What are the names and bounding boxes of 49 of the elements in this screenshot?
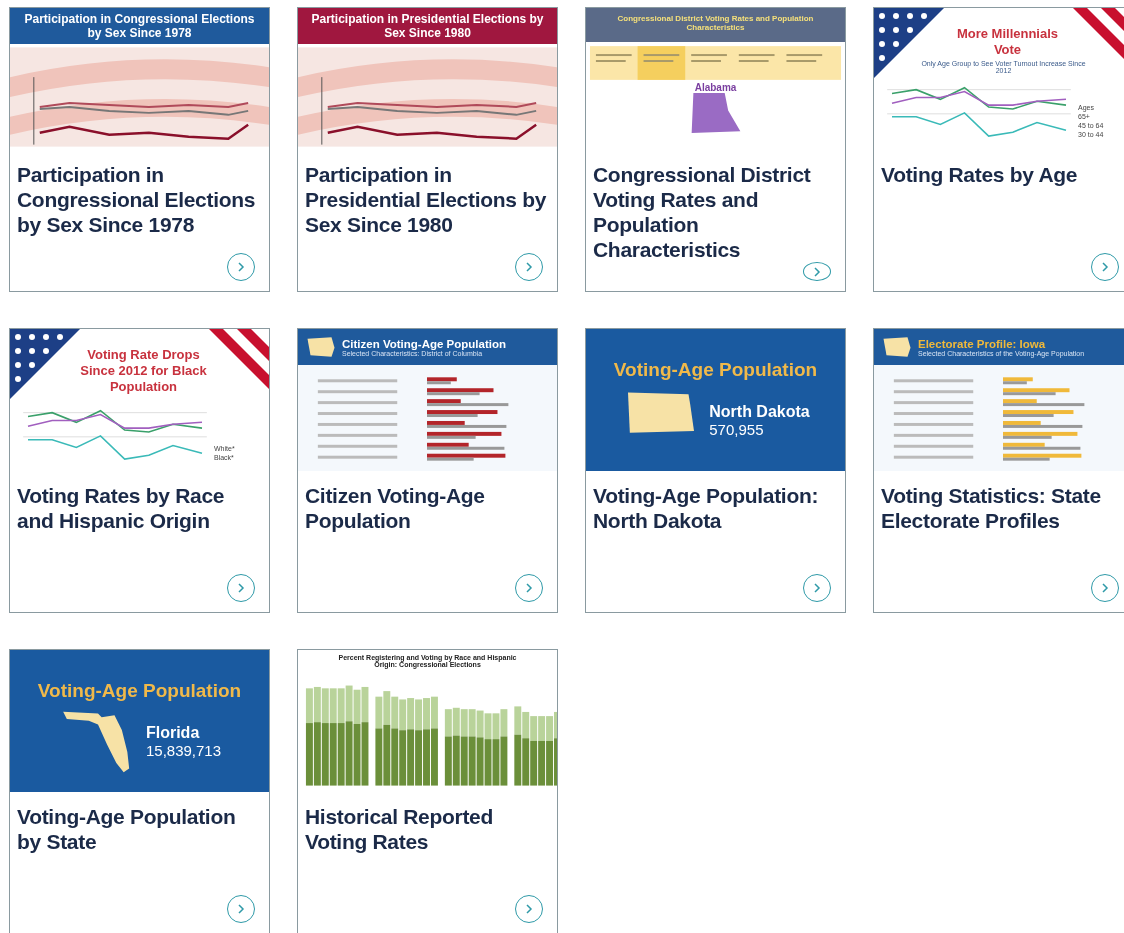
open-button[interactable] [227,574,255,602]
infographic-heading: Voting Rate Drops Since 2012 for Black Population [80,347,207,395]
axis-line [321,76,323,146]
open-button[interactable] [803,574,831,602]
profile-heading: Citizen Voting-Age Population [342,337,506,350]
chevron-right-icon [812,583,822,593]
population-figure: 15,839,713 [145,741,222,759]
card-title[interactable]: Voting Statistics: State Electorate Profiles [874,471,1124,533]
infographic-heading: More Millennials Vote [955,26,1060,58]
card-title[interactable]: Voting Rates by Race and Hispanic Origin [10,471,269,533]
card-title[interactable]: Historical Reported Voting Rates [298,792,557,854]
card-title[interactable]: Voting-Age Population by State [10,792,269,854]
card-title[interactable]: Voting Rates by Age [874,150,1124,187]
state-shape-icon [306,335,336,359]
infographic-heading: Voting-Age Population [612,358,819,381]
card-title[interactable]: Voting-Age Population: North Dakota [586,471,845,533]
stripes-corner-drawing [209,329,269,389]
state-name: North Dakota [709,402,810,421]
chevron-right-icon [524,583,534,593]
open-button[interactable] [1091,253,1119,281]
open-button[interactable] [515,253,543,281]
banner-heading: Participation in Congressional Elections by Sex Since 1978 [10,8,269,44]
chevron-right-icon [236,583,246,593]
chevron-right-icon [1100,583,1110,593]
population-figure: 570,955 [709,420,765,438]
dashboard-heading: Congressional District Voting Rates and Population Characteristics [586,8,845,42]
chevron-right-icon [1100,262,1110,272]
open-button[interactable] [227,895,255,923]
chevron-right-icon [524,904,534,914]
card-title[interactable]: Citizen Voting-Age Population [298,471,557,533]
card-title[interactable]: Congressional District Voting Rates and Population Characteristics [586,150,845,262]
open-button[interactable] [515,574,543,602]
open-button[interactable] [515,895,543,923]
chevron-right-icon [524,262,534,272]
chevron-right-icon [812,266,822,277]
open-button[interactable] [803,262,831,281]
banner-heading: Participation in Presidential Elections by Sex Since 1980 [298,8,557,44]
axis-line [33,76,35,146]
chevron-right-icon [236,262,246,272]
state-shape-icon [882,335,912,359]
state-name: Florida [145,723,201,742]
card-title[interactable]: Participation in Presidential Elections by Sex Since 1980 [298,150,557,237]
chevron-right-icon [236,904,246,914]
profile-heading: Electorate Profile: Iowa [918,337,1047,350]
open-button[interactable] [227,253,255,281]
card-title[interactable]: Participation in Congressional Elections by Sex Since 1978 [10,150,269,237]
open-button[interactable] [1091,574,1119,602]
state-name: Alabama [693,82,738,93]
infographic-heading: Voting-Age Population [36,679,243,702]
